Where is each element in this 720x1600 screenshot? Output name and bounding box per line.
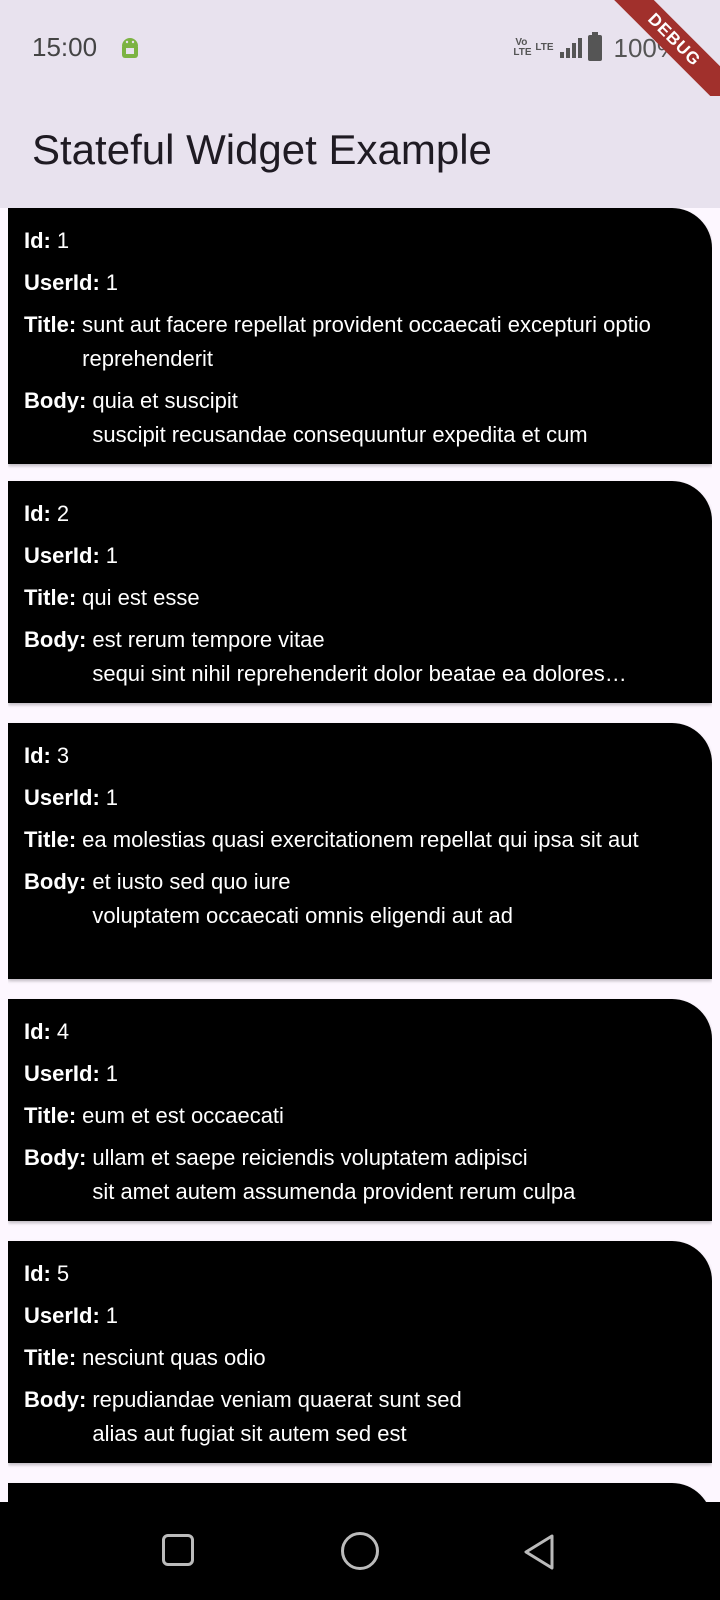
status-bar: 15:00 Vo LTE LTE 100% DEBUG	[0, 0, 720, 114]
post-title: ea molestias quasi exercitationem repell…	[82, 827, 639, 852]
page-title: Stateful Widget Example	[32, 126, 492, 173]
id-label: Id:	[24, 1019, 51, 1044]
post-title: sunt aut facere repellat provident occae…	[82, 312, 651, 371]
post-id: 1	[56, 228, 70, 253]
post-body-line-2: sequi sint nihil reprehenderit dolor bea…	[92, 661, 627, 686]
id-label: Id:	[24, 228, 51, 253]
post-body-line-2: alias aut fugiat sit autem sed est	[92, 1421, 407, 1446]
post-user-id: 1	[105, 1061, 119, 1086]
post-user-id: 1	[105, 785, 119, 810]
title-label: Title:	[24, 1345, 77, 1370]
post-id: 4	[56, 1019, 70, 1044]
body-label: Body:	[24, 627, 87, 652]
post-card-partial[interactable]	[8, 1483, 712, 1502]
title-label: Title:	[24, 312, 77, 337]
post-body-line-1: et iusto sed quo iure	[92, 869, 291, 894]
user-id-label: UserId:	[24, 543, 100, 568]
post-card[interactable]: Id: 1 UserId: 1 Title: sunt aut facere repe…	[8, 208, 712, 464]
post-body-line-2: sit amet autem assumenda provident rerum…	[92, 1179, 576, 1204]
body-label: Body:	[24, 1145, 87, 1170]
post-card[interactable]: Id: 3 UserId: 1 Title: ea molestias quasi e…	[8, 723, 712, 979]
user-id-label: UserId:	[24, 1061, 100, 1086]
user-id-label: UserId:	[24, 270, 100, 295]
title-label: Title:	[24, 585, 77, 610]
title-label: Title:	[24, 827, 77, 852]
post-body-line-1: quia et suscipit	[92, 388, 238, 413]
recent-apps-button[interactable]	[162, 1534, 194, 1566]
app-bar: Stateful Widget Example	[0, 96, 720, 208]
body-label: Body:	[24, 388, 87, 413]
body-label: Body:	[24, 869, 87, 894]
post-user-id: 1	[105, 1303, 119, 1328]
id-label: Id:	[24, 1261, 51, 1286]
post-id: 3	[56, 743, 70, 768]
post-card[interactable]: Id: 2 UserId: 1 Title: qui est esse Body: es…	[8, 481, 712, 703]
post-body-line-2: voluptatem occaecati omnis eligendi aut …	[92, 903, 514, 928]
lte-icon: LTE	[535, 42, 554, 53]
post-title: nesciunt quas odio	[82, 1345, 266, 1370]
post-id: 2	[56, 501, 70, 526]
post-list[interactable]: Id: 1 UserId: 1 Title: sunt aut facere repe…	[8, 208, 712, 1502]
navigation-bar	[0, 1502, 720, 1600]
post-title: eum et est occaecati	[82, 1103, 284, 1128]
home-button[interactable]	[341, 1532, 379, 1570]
status-time: 15:00	[32, 32, 98, 62]
user-id-label: UserId:	[24, 1303, 100, 1328]
post-card[interactable]: Id: 4 UserId: 1 Title: eum et est occaecati…	[8, 999, 712, 1221]
post-body-line-1: ullam et saepe reiciendis voluptatem adi…	[92, 1145, 528, 1170]
post-body-line-1: repudiandae veniam quaerat sunt sed	[92, 1387, 462, 1412]
signal-icon	[559, 38, 582, 58]
id-label: Id:	[24, 743, 51, 768]
post-body-line-2: suscipit recusandae consequuntur expedit…	[92, 422, 588, 447]
post-user-id: 1	[105, 543, 119, 568]
title-label: Title:	[24, 1103, 77, 1128]
volte-icon: Vo LTE	[513, 37, 532, 58]
user-id-label: UserId:	[24, 785, 100, 810]
post-id: 5	[56, 1261, 70, 1286]
id-label: Id:	[24, 501, 51, 526]
battery-icon	[587, 32, 602, 61]
android-debug-icon	[122, 38, 138, 58]
post-card[interactable]: Id: 5 UserId: 1 Title: nesciunt quas odio B…	[8, 1241, 712, 1463]
back-button[interactable]	[520, 1532, 560, 1572]
post-body-line-1: est rerum tempore vitae	[92, 627, 325, 652]
post-user-id: 1	[105, 270, 119, 295]
body-label: Body:	[24, 1387, 87, 1412]
post-title: qui est esse	[82, 585, 200, 610]
